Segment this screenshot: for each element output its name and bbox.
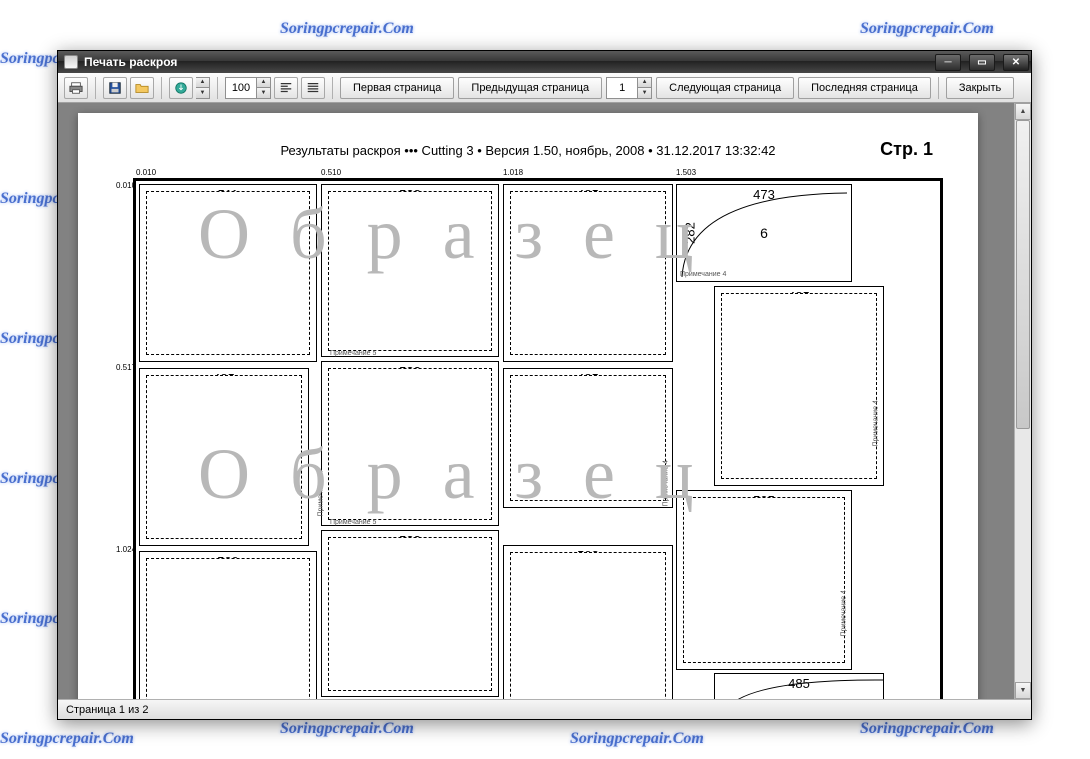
preview-viewport[interactable]: Результаты раскроя ••• Cutting 3 • Верси… [58,103,1014,699]
next-page-button[interactable]: Следующая страница [656,77,794,99]
printer-icon [69,81,83,95]
preview-page: Результаты раскроя ••• Cutting 3 • Верси… [78,113,978,699]
close-window-button[interactable]: ✕ [1003,54,1029,71]
curve-icon [677,185,851,281]
panel-6: 473 282 6 [676,184,852,282]
page-header: Результаты раскроя ••• Cutting 3 • Верси… [113,143,943,158]
close-button[interactable]: Закрыть [946,77,1014,99]
page-spinner[interactable]: ▲▼ [606,77,652,99]
scroll-thumb[interactable] [1016,120,1030,429]
vertical-scrollbar[interactable]: ▲ ▼ [1014,103,1031,699]
export-spinner[interactable]: ▲▼ [196,77,210,99]
open-button[interactable] [130,77,154,99]
fit-width-button[interactable] [274,77,298,99]
toolbar: ▲▼ ▲▼ Первая страница Предыдущая страниц… [58,73,1031,103]
folder-open-icon [135,81,149,95]
curve-icon [715,674,883,699]
last-page-button[interactable]: Последняя страница [798,77,931,99]
align-justify-icon [306,81,320,95]
scroll-down-button[interactable]: ▼ [1015,682,1031,699]
page-number: Стр. 1 [880,139,933,160]
export-button[interactable] [169,77,193,99]
content-area: Результаты раскроя ••• Cutting 3 • Верси… [58,103,1031,699]
first-page-button[interactable]: Первая страница [340,77,454,99]
zoom-spinner[interactable]: ▲▼ [225,77,271,99]
zoom-down[interactable]: ▼ [257,88,270,98]
align-left-icon [279,81,293,95]
panel-last: 485 [714,673,884,699]
page-up[interactable]: ▲ [638,78,651,89]
minimize-button[interactable]: ─ [935,54,961,71]
scroll-up-button[interactable]: ▲ [1015,103,1031,120]
window-title: Печать раскроя [84,55,177,69]
page-down[interactable]: ▼ [638,88,651,98]
titlebar[interactable]: Печать раскроя ─ ▭ ✕ [58,51,1031,73]
save-button[interactable] [103,77,127,99]
floppy-icon [108,81,122,95]
fit-page-button[interactable] [301,77,325,99]
maximize-button[interactable]: ▭ [969,54,995,71]
app-icon [64,55,78,69]
status-text: Страница 1 из 2 [66,704,148,716]
export-icon [174,81,188,95]
zoom-input[interactable] [225,77,257,99]
print-button[interactable] [64,77,88,99]
print-preview-window: Печать раскроя ─ ▭ ✕ ▲▼ [57,50,1032,720]
page-input[interactable] [606,77,638,99]
prev-page-button[interactable]: Предыдущая страница [458,77,602,99]
zoom-up[interactable]: ▲ [257,78,270,89]
statusbar: Страница 1 из 2 [58,699,1031,719]
scroll-track[interactable] [1015,120,1031,682]
